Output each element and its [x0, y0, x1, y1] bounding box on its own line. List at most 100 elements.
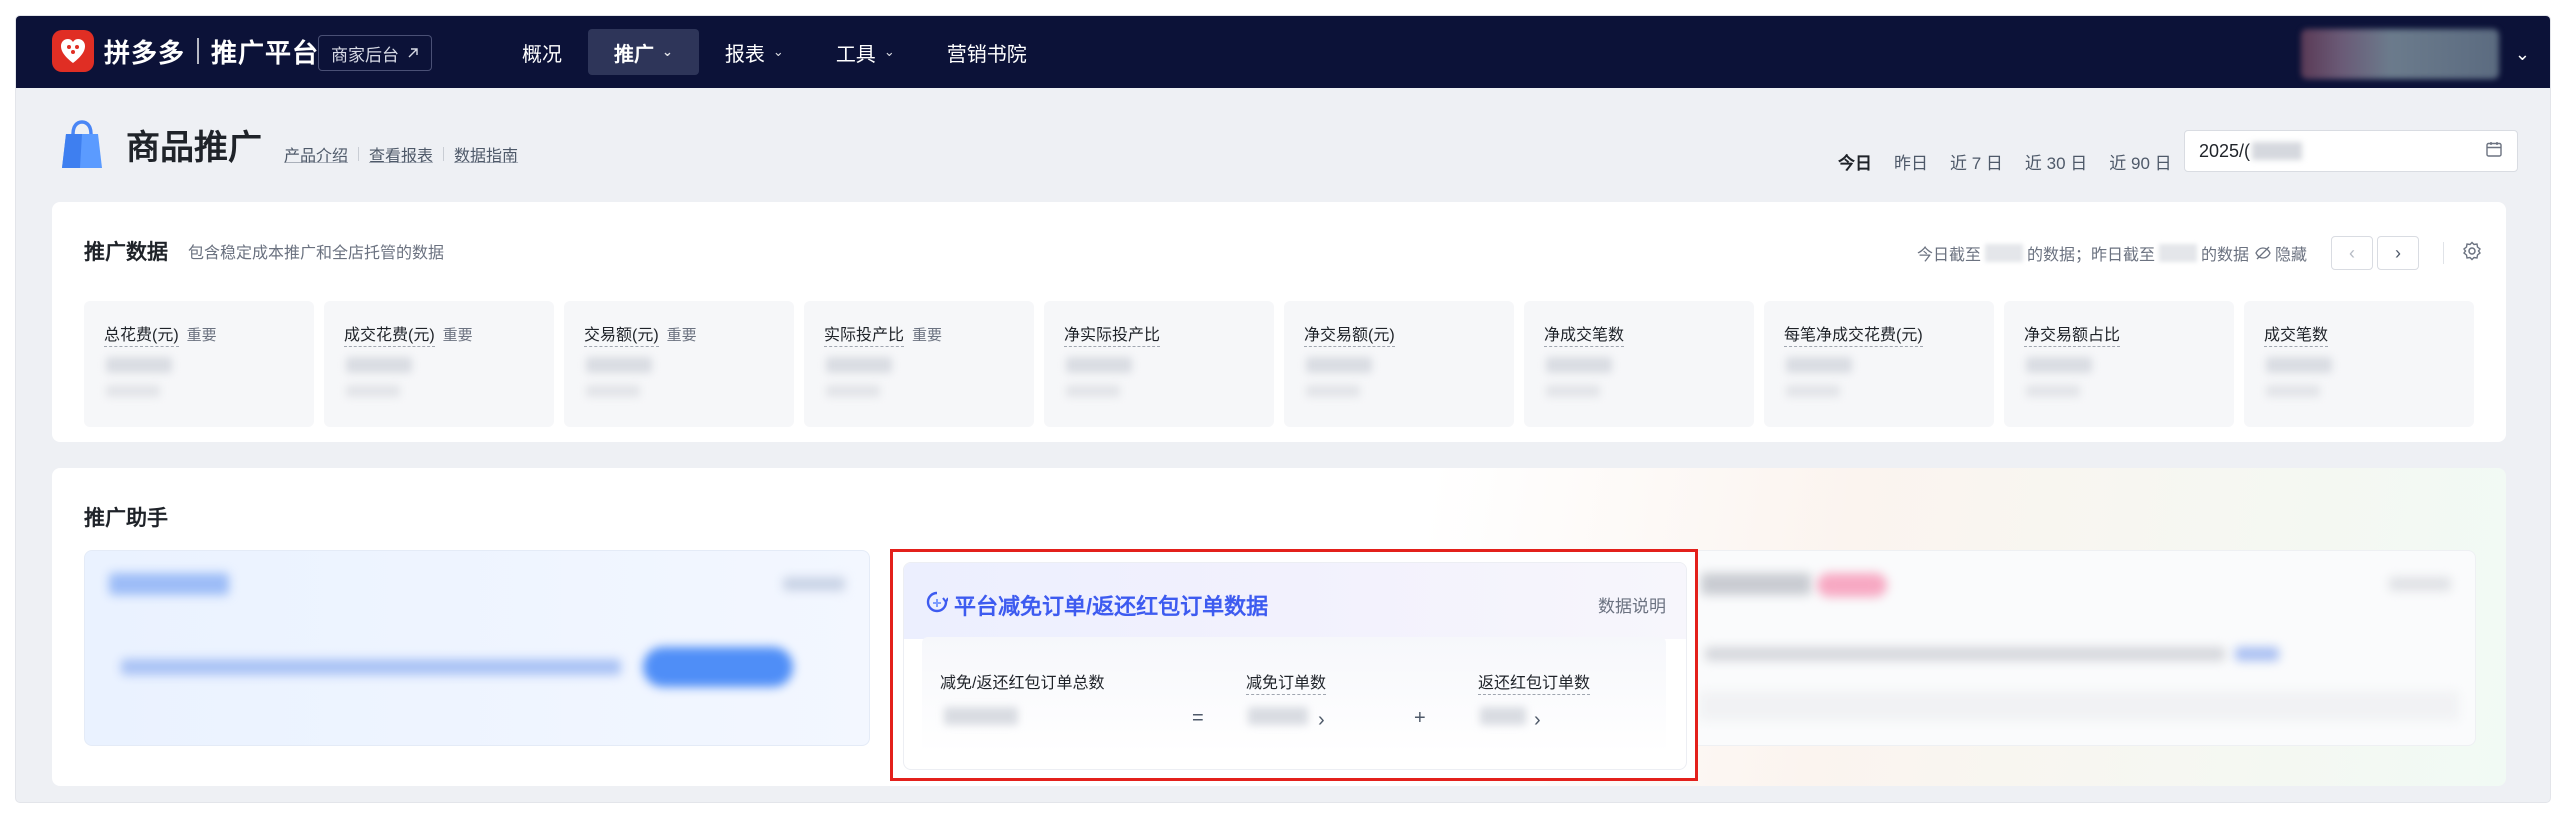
- product-intro-link[interactable]: 产品介绍: [284, 142, 348, 166]
- metric-value-redacted: [2026, 357, 2092, 373]
- metric-tile[interactable]: 净交易额占比: [2004, 301, 2234, 427]
- nav-item-academy[interactable]: 营销书院: [921, 29, 1053, 75]
- user-menu[interactable]: ⌄: [2300, 29, 2530, 79]
- brand-logo[interactable]: 拼多多 推广平台: [52, 30, 319, 72]
- metric-value-redacted: [1786, 357, 1852, 373]
- redacted-bar: [1699, 691, 2459, 721]
- metric-tile[interactable]: 净交易额(元): [1284, 301, 1514, 427]
- nav-item-promotion[interactable]: 推广 ⌄: [588, 29, 699, 75]
- metric-compare-redacted: [1066, 385, 1120, 397]
- redacted-title: [1701, 573, 1811, 595]
- important-tag: 重要: [912, 326, 943, 344]
- time-redacted: [1984, 244, 2023, 262]
- metric-tile[interactable]: 每笔净成交花费(元): [1764, 301, 1994, 427]
- main-nav: 概况 推广 ⌄ 报表 ⌄ 工具 ⌄ 营销书院: [496, 29, 1053, 75]
- date-picker-input[interactable]: 2025/(: [2184, 130, 2518, 172]
- refund-orders-label: 返还红包订单数: [1478, 669, 1591, 695]
- page-title: 商品推广: [126, 129, 262, 167]
- brand-name: 拼多多: [104, 37, 186, 68]
- data-explanation-link[interactable]: 数据说明: [1598, 592, 1666, 617]
- panel-header: 平台减免订单/返还红包订单数据 数据说明: [904, 563, 1686, 639]
- assistant-title: 推广助手: [84, 507, 168, 530]
- promotion-data-card: 推广数据 包含稳定成本推广和全店托管的数据 今日截至 的数据；昨日截至 的数据 …: [52, 202, 2506, 442]
- chevron-right-icon[interactable]: ›: [1534, 709, 1541, 732]
- plus-sign: +: [1414, 707, 1426, 729]
- eye-off-icon: [2255, 246, 2271, 260]
- reduced-orders-value: [1248, 707, 1308, 725]
- prev-page-button[interactable]: ‹: [2331, 236, 2373, 270]
- redacted-title: [109, 573, 229, 595]
- metric-value-redacted: [586, 357, 652, 373]
- view-report-link[interactable]: 查看报表: [369, 142, 433, 166]
- tab-yesterday[interactable]: 昨日: [1894, 149, 1928, 174]
- app-window: 拼多多 推广平台 商家后台 概况 推广 ⌄ 报表 ⌄ 工具 ⌄ 营销书院 ⌄ 商…: [16, 16, 2550, 802]
- metric-tile[interactable]: 成交花费(元) 重要: [324, 301, 554, 427]
- metric-label: 净交易额(元): [1304, 321, 1395, 347]
- tab-last-30-days[interactable]: 近 30 日: [2025, 149, 2087, 174]
- tab-today[interactable]: 今日: [1838, 149, 1872, 174]
- card-toolbar: 今日截至 的数据；昨日截至 的数据 隐藏 ‹ ›: [1917, 236, 2482, 270]
- metric-name: 净成交笔数: [1544, 321, 1625, 347]
- next-page-button[interactable]: ›: [2377, 236, 2419, 270]
- title-links: 产品介绍 查看报表 数据指南: [284, 142, 518, 166]
- nav-label: 报表: [724, 43, 765, 66]
- metric-tile[interactable]: 交易额(元) 重要: [564, 301, 794, 427]
- calendar-icon: [2485, 140, 2503, 163]
- time-redacted: [2158, 244, 2197, 262]
- metric-name: 总花费(元): [104, 321, 179, 347]
- important-tag: 重要: [186, 326, 217, 344]
- nav-label: 推广: [614, 43, 654, 66]
- tab-last-90-days[interactable]: 近 90 日: [2109, 149, 2171, 174]
- card-title: 推广数据: [84, 241, 168, 264]
- chevron-right-icon[interactable]: ›: [1318, 709, 1325, 732]
- metric-label: 每笔净成交花费(元): [1784, 321, 1923, 347]
- metric-label: 总花费(元) 重要: [104, 321, 217, 347]
- metric-tile[interactable]: 净成交笔数: [1524, 301, 1754, 427]
- redacted-link: [2389, 577, 2451, 591]
- card-header: 推广数据 包含稳定成本推广和全店托管的数据: [84, 236, 444, 266]
- data-asof-text: 今日截至 的数据；昨日截至 的数据: [1917, 241, 2249, 265]
- merchant-backend-button[interactable]: 商家后台: [318, 35, 432, 71]
- metric-label: 交易额(元) 重要: [584, 321, 697, 347]
- assistant-panel-left[interactable]: [84, 550, 870, 746]
- date-value: 2025/(: [2199, 140, 2251, 161]
- hide-label: 隐藏: [2274, 247, 2307, 264]
- nav-item-overview[interactable]: 概况: [496, 29, 588, 75]
- reduced-refund-orders-panel: 平台减免订单/返还红包订单数据 数据说明 减免/返还红包订单总数 = 减免订单数…: [903, 562, 1687, 770]
- metric-compare-redacted: [1306, 385, 1360, 397]
- divider: [443, 147, 445, 161]
- metric-compare-redacted: [346, 385, 400, 397]
- metric-compare-redacted: [2266, 385, 2320, 397]
- page-header: 商品推广 产品介绍 查看报表 数据指南: [60, 120, 518, 172]
- metric-name: 成交花费(元): [344, 321, 435, 347]
- refund-icon: [926, 591, 949, 618]
- metric-tile[interactable]: 总花费(元) 重要: [84, 301, 314, 427]
- asof-prefix: 今日截至: [1916, 247, 1981, 264]
- brand-divider: [197, 38, 200, 64]
- redacted-link: [2235, 647, 2279, 661]
- highlight-outline: 平台减免订单/返还红包订单数据 数据说明 减免/返还红包订单总数 = 减免订单数…: [890, 549, 1698, 781]
- data-guide-link[interactable]: 数据指南: [454, 142, 518, 166]
- metric-compare-redacted: [1546, 385, 1600, 397]
- nav-item-reports[interactable]: 报表 ⌄: [699, 29, 810, 75]
- nav-label: 工具: [835, 43, 876, 66]
- metric-label: 净交易额占比: [2024, 321, 2121, 347]
- divider: [358, 147, 360, 161]
- redacted-button: [643, 647, 793, 687]
- metric-tile[interactable]: 实际投产比 重要: [804, 301, 1034, 427]
- chevron-down-icon: ⌄: [2514, 43, 2530, 64]
- chevron-down-icon: ⌄: [662, 44, 673, 59]
- hide-toggle[interactable]: 隐藏: [2255, 241, 2307, 265]
- assistant-panel-right[interactable]: [1684, 550, 2476, 746]
- divider: [2443, 242, 2444, 264]
- redacted-link: [783, 577, 845, 591]
- total-orders-label: 减免/返还红包订单总数: [940, 675, 1105, 692]
- gear-icon[interactable]: [2462, 241, 2482, 266]
- nav-item-tools[interactable]: 工具 ⌄: [810, 29, 921, 75]
- metric-name: 净实际投产比: [1064, 321, 1161, 347]
- metric-tile[interactable]: 净实际投产比: [1044, 301, 1274, 427]
- tab-last-7-days[interactable]: 近 7 日: [1950, 149, 2003, 174]
- metric-label: 成交花费(元) 重要: [344, 321, 473, 347]
- metric-name: 净交易额(元): [1304, 321, 1395, 347]
- metric-tile[interactable]: 成交笔数: [2244, 301, 2474, 427]
